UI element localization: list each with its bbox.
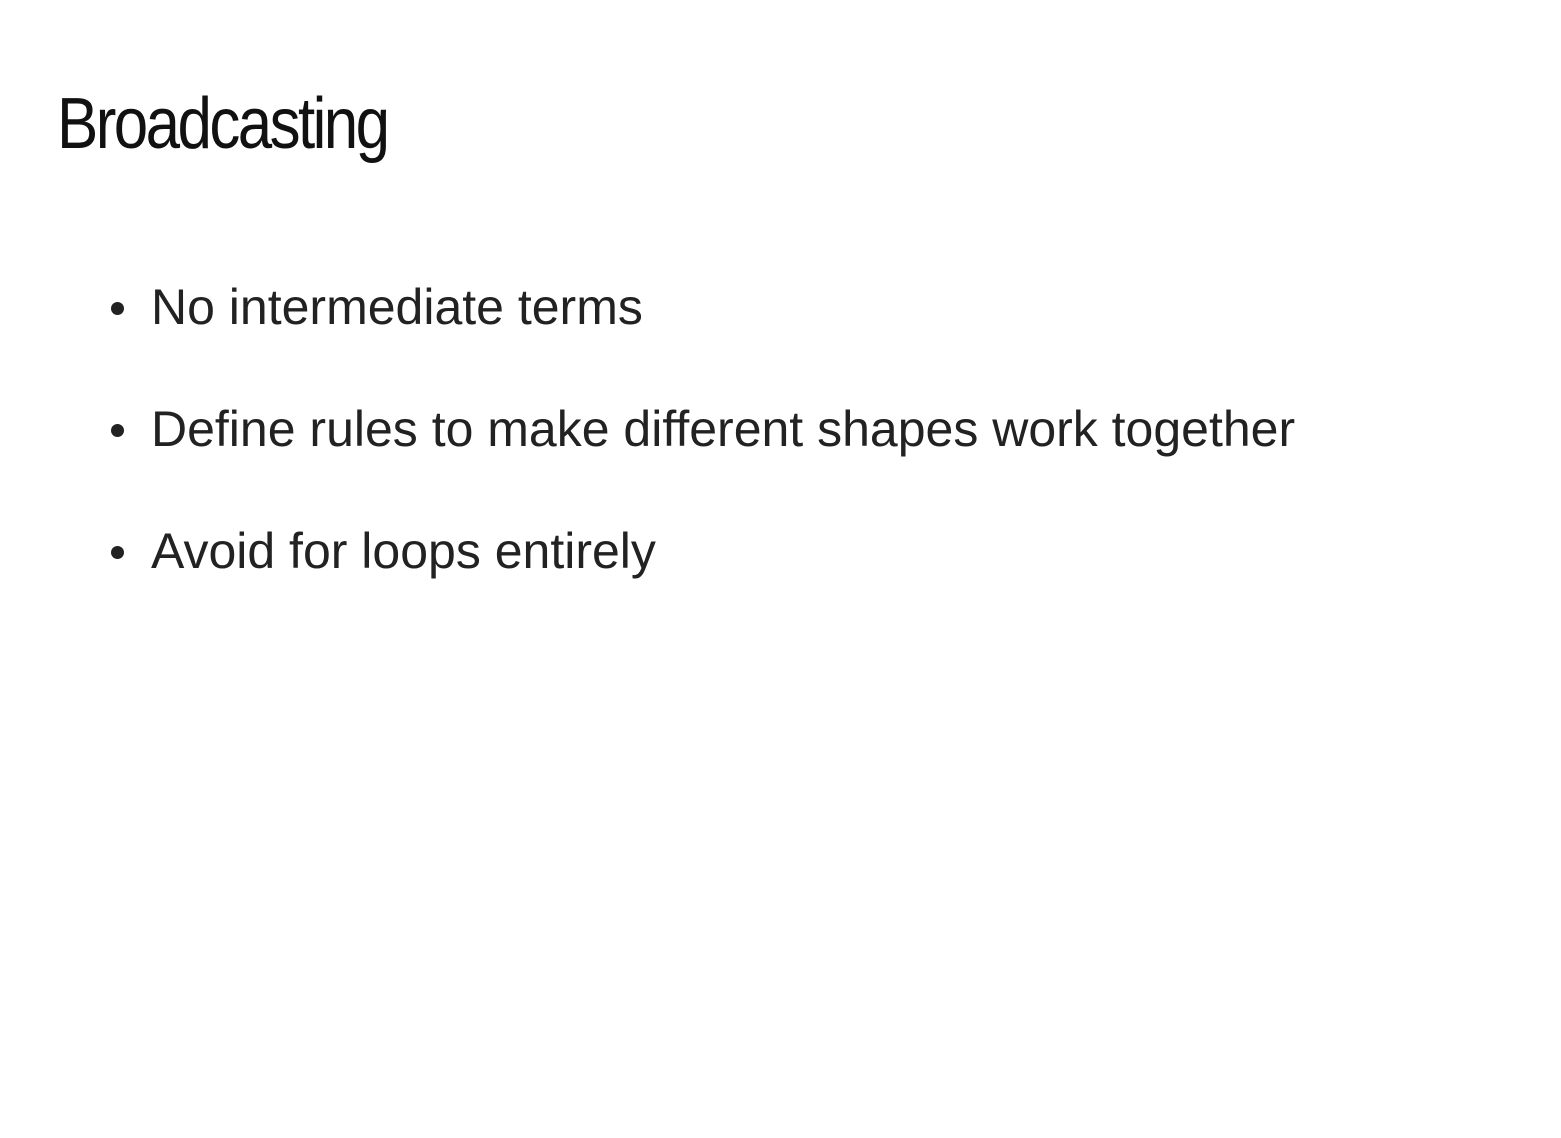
bullet-dot-icon <box>111 546 124 559</box>
slide: Broadcasting No intermediate terms Defin… <box>0 0 1561 1138</box>
bullet-dot-icon <box>111 424 124 437</box>
bullet-text: Define rules to make different shapes wo… <box>151 401 1296 457</box>
bullet-text: No intermediate terms <box>151 279 643 335</box>
bullet-text: Avoid for loops entirely <box>151 523 656 579</box>
bullet-dot-icon <box>111 302 124 315</box>
slide-title: Broadcasting <box>57 84 390 164</box>
